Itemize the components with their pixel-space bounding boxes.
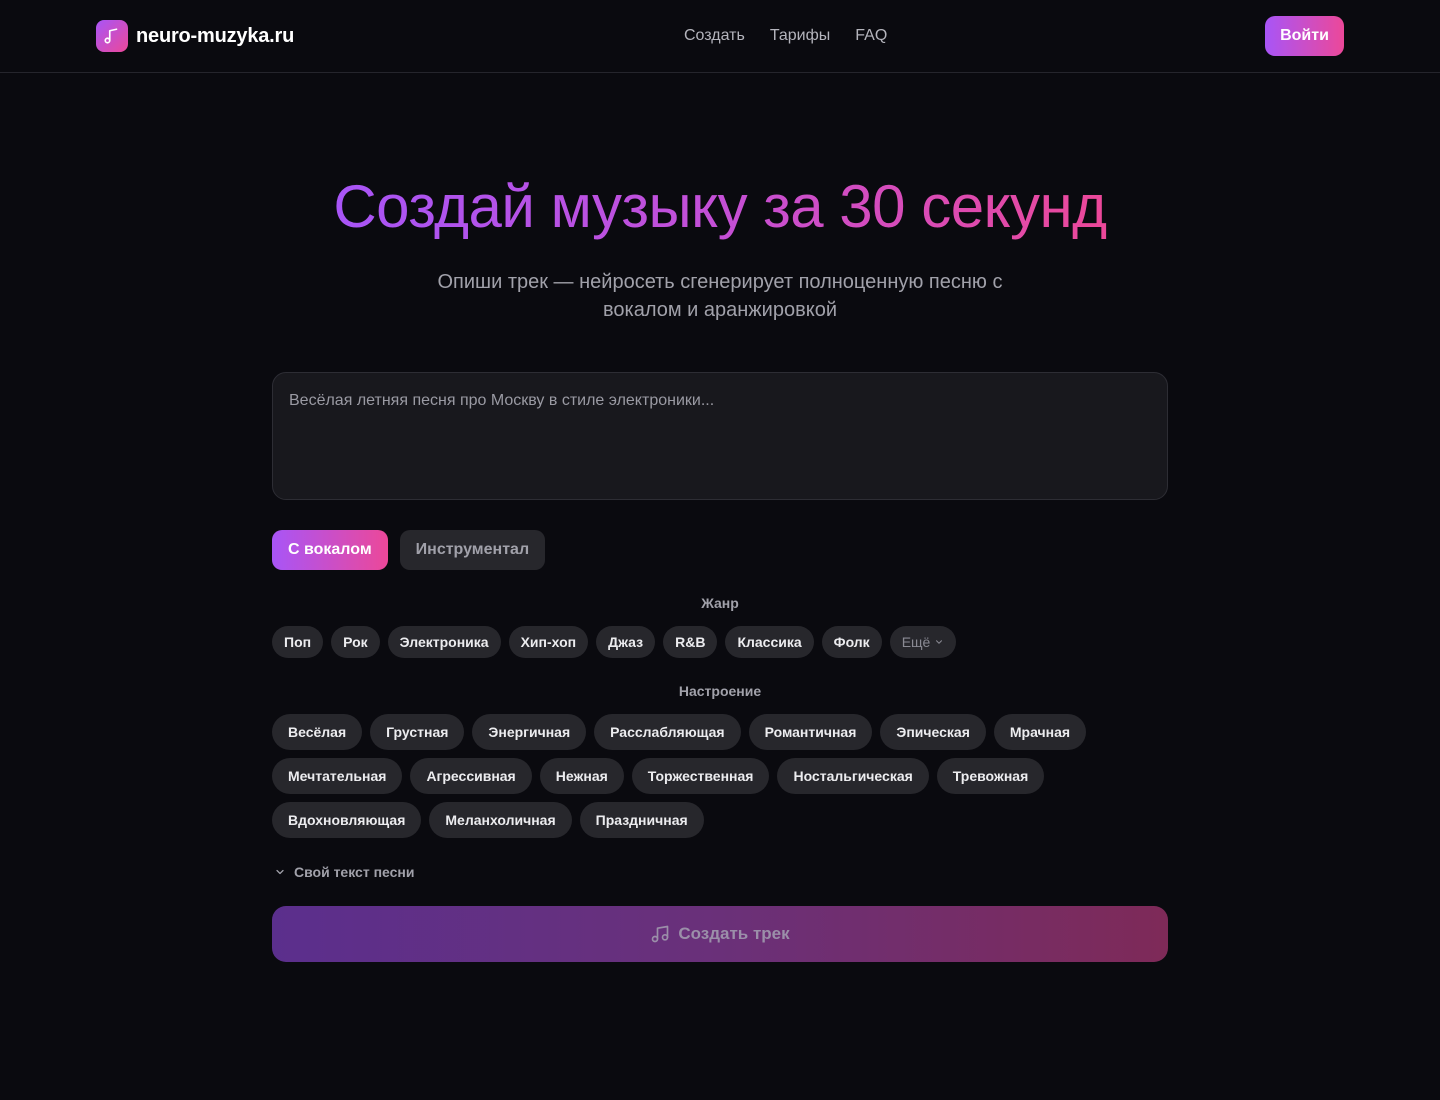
create-track-button[interactable]: Создать трек [272,906,1168,962]
hero-title-text: Создай музыку за 30 секунд [333,173,1107,240]
mood-chips: Весёлая Грустная Энергичная Расслабляюща… [272,714,1168,838]
mood-chip[interactable]: Весёлая [272,714,363,750]
mood-chip[interactable]: Праздничная [579,802,704,838]
mood-chip[interactable]: Агрессивная [410,758,532,794]
nav-item-pricing[interactable]: Тарифы [770,25,830,47]
mood-chip[interactable]: Торжественная [631,758,770,794]
genre-chip[interactable]: Электроника [387,626,501,658]
hero-subtitle: Опиши трек — нейросеть сгенерирует полно… [437,271,1003,321]
genre-chip[interactable]: Фолк [821,626,882,658]
custom-lyrics-label: Свой текст песни [294,864,415,880]
mood-label: Настроение [678,683,762,699]
genre-chip[interactable]: Поп [272,626,324,658]
main-nav: Создать Тарифы FAQ [684,25,887,47]
logo-text: neuro-muzyka.ru [136,24,295,47]
mood-chip[interactable]: Энергичная [472,714,587,750]
mood-chip[interactable]: Эпическая [880,714,986,750]
nav-item-create[interactable]: Создать [684,25,745,47]
create-track-label: Создать трек [678,924,790,943]
site-header: neuro-muzyka.ru Создать Тарифы FAQ Войти [0,0,1440,73]
genre-chip[interactable]: Классика [725,626,814,658]
genre-more-button[interactable]: Ещё [889,626,957,658]
vocal-mode-button[interactable]: С вокалом [272,530,388,570]
mode-toggle: С вокалом Инструментал [272,530,546,570]
track-description-input[interactable] [272,372,1168,500]
mood-chip[interactable]: Мечтательная [272,758,403,794]
genre-chip[interactable]: R&B [663,626,718,658]
mood-chip[interactable]: Нежная [539,758,624,794]
custom-lyrics-toggle[interactable]: Свой текст песни [274,862,414,882]
genre-more-label: Ещё [901,634,931,650]
genre-chip[interactable]: Джаз [596,626,656,658]
genre-label: Жанр [701,595,739,611]
mood-chip[interactable]: Грустная [370,714,465,750]
chevron-down-icon [276,869,284,875]
login-button[interactable]: Войти [1265,16,1344,56]
instrumental-mode-button[interactable]: Инструментал [399,530,546,570]
mood-chip[interactable]: Меланхоличная [429,802,572,838]
logo[interactable]: neuro-muzyka.ru [96,20,294,52]
music-note-icon [96,20,128,52]
hero-title: Создай музыку за 30 секунд [0,170,1440,244]
genre-chip[interactable]: Хип-хоп [508,626,589,658]
chevron-down-icon [936,640,943,644]
mood-chip[interactable]: Мрачная [993,714,1087,750]
mood-chip[interactable]: Романтичная [748,714,873,750]
mood-chip[interactable]: Ностальгическая [777,758,929,794]
genre-chip[interactable]: Рок [331,626,380,658]
music-notes-icon [652,925,669,943]
mood-chip[interactable]: Тревожная [936,758,1045,794]
nav-item-faq[interactable]: FAQ [855,25,887,47]
genre-chips: Поп Рок Электроника Хип-хоп Джаз R&B Кла… [272,626,1168,658]
mood-chip[interactable]: Расслабляющая [594,714,741,750]
mood-chip[interactable]: Вдохновляющая [272,802,422,838]
